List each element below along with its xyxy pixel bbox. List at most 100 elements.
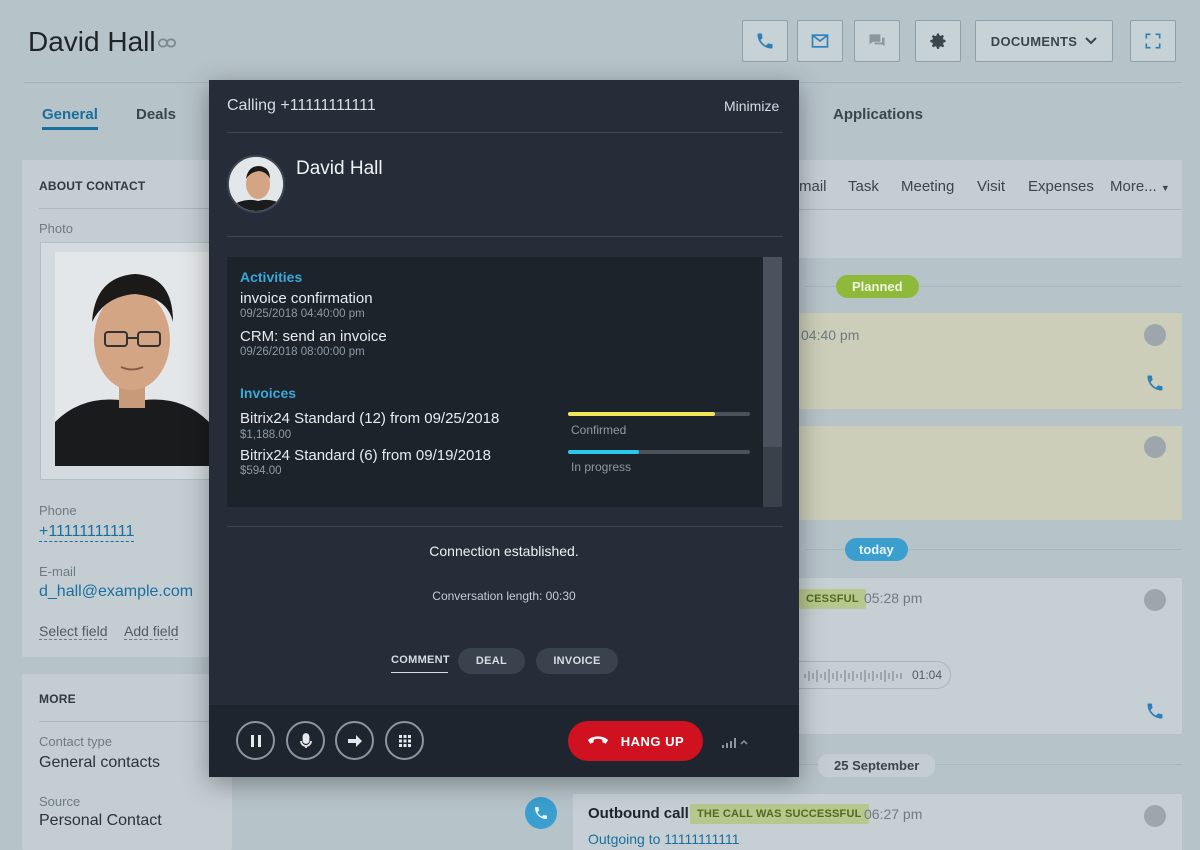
activity-title[interactable]: invoice confirmation — [240, 290, 373, 307]
date-badge: 25 September — [818, 754, 936, 777]
chat-button[interactable] — [854, 20, 900, 62]
avatar — [1144, 589, 1166, 611]
activity-meeting[interactable]: Meeting — [901, 178, 954, 195]
signal-icon — [722, 738, 748, 748]
call-status-badge: THE CALL WAS SUCCESSFUL — [690, 804, 869, 824]
activity-more[interactable]: More... ▼ — [1110, 178, 1170, 195]
transfer-button[interactable] — [335, 721, 374, 760]
email-button[interactable] — [797, 20, 843, 62]
settings-button[interactable] — [915, 20, 961, 62]
minimize-button[interactable]: Minimize — [724, 98, 779, 114]
tab-invoice[interactable]: INVOICE — [536, 648, 618, 674]
email-link[interactable]: d_hall@example.com — [39, 583, 193, 601]
activities-title: Activities — [240, 269, 303, 285]
documents-label: DOCUMENTS — [990, 33, 1078, 49]
waveform-icon — [804, 669, 902, 683]
documents-button[interactable]: DOCUMENTS — [975, 20, 1113, 62]
microphone-icon — [299, 732, 312, 748]
envelope-icon — [811, 34, 829, 48]
planned-badge: Planned — [836, 275, 919, 298]
invoice-title[interactable]: Bitrix24 Standard (6) from 09/19/2018 — [240, 447, 491, 464]
call-button[interactable] — [742, 20, 788, 62]
card-time: 06:27 pm — [864, 806, 923, 822]
tab-general[interactable]: General — [42, 106, 98, 130]
activity-task[interactable]: Task — [848, 178, 879, 195]
card-time: 05:28 pm — [864, 590, 923, 606]
tab-deals[interactable]: Deals — [136, 106, 176, 123]
audio-player[interactable]: 01:04 — [799, 661, 951, 689]
contact-type-label: Contact type — [39, 734, 112, 749]
connection-status: Connection established. — [429, 543, 579, 559]
page-title: David Hall — [28, 26, 156, 57]
phone-icon[interactable] — [1145, 701, 1165, 721]
panel-divider — [39, 208, 214, 209]
activity-date: 09/25/2018 04:40:00 pm — [240, 308, 365, 320]
gear-icon — [930, 33, 946, 49]
activity-more-label: More... — [1110, 178, 1157, 195]
activity-expenses[interactable]: Expenses — [1028, 178, 1094, 195]
invoice-title[interactable]: Bitrix24 Standard (12) from 09/25/2018 — [240, 410, 499, 427]
tab-deal[interactable]: DEAL — [458, 648, 525, 674]
call-header: Calling +11111111111 — [227, 97, 376, 114]
invoice-progress — [568, 450, 750, 454]
photo-label: Photo — [39, 221, 73, 236]
email-label: E-mail — [39, 564, 76, 579]
invoice-status: In progress — [571, 460, 632, 474]
activity-divider — [799, 209, 1182, 210]
modal-divider — [227, 132, 783, 133]
signal-quality[interactable] — [722, 735, 750, 753]
phone-icon[interactable] — [1145, 373, 1165, 393]
phone-label: Phone — [39, 503, 77, 518]
modal-divider — [227, 236, 783, 237]
activity-visit[interactable]: Visit — [977, 178, 1005, 195]
outbound-call-title: Outbound call — [588, 805, 689, 822]
keypad-button[interactable] — [385, 721, 424, 760]
about-contact-title: ABOUT CONTACT — [39, 179, 146, 193]
phone-icon — [757, 33, 773, 49]
contact-photo[interactable] — [55, 252, 209, 466]
link-icon[interactable] — [158, 36, 176, 50]
tab-applications[interactable]: Applications — [833, 106, 923, 123]
outgoing-link[interactable]: Outgoing to 11111111111 — [588, 831, 740, 847]
invoice-amount: $594.00 — [240, 465, 282, 477]
fullscreen-button[interactable] — [1130, 20, 1176, 62]
more-title: MORE — [39, 692, 76, 706]
hang-up-icon — [587, 736, 608, 744]
conversation-length: Conversation length: 00:30 — [432, 589, 576, 603]
avatar — [1144, 324, 1166, 346]
caret-down-icon: ▼ — [1160, 183, 1170, 193]
invoice-progress-fill — [568, 412, 716, 416]
arrow-right-icon — [347, 734, 362, 747]
call-status-badge: CESSFUL — [799, 589, 866, 609]
person-portrait-icon — [55, 252, 209, 466]
avatar — [1144, 805, 1166, 827]
hang-up-button[interactable]: HANG UP — [568, 721, 703, 761]
source-value: Personal Contact — [39, 812, 162, 829]
mute-button[interactable] — [286, 721, 325, 760]
hold-button[interactable] — [236, 721, 275, 760]
invoices-title: Invoices — [240, 385, 297, 401]
select-field-link[interactable]: Select field — [39, 623, 108, 640]
phone-link[interactable]: +11111111111 — [39, 523, 135, 542]
today-badge: today — [845, 538, 908, 561]
phone-icon — [535, 807, 547, 819]
call-type-badge — [525, 797, 557, 829]
activity-title[interactable]: CRM: send an invoice — [240, 328, 387, 345]
hang-up-label: HANG UP — [620, 733, 685, 749]
modal-divider — [227, 526, 783, 527]
tab-comment[interactable]: COMMENT — [391, 648, 450, 673]
avatar — [1144, 436, 1166, 458]
add-field-link[interactable]: Add field — [124, 623, 179, 640]
crm-info-panel: Activities invoice confirmation 09/25/20… — [227, 257, 782, 507]
chevron-down-icon — [1085, 37, 1097, 45]
invoice-progress-fill — [568, 450, 639, 454]
scrollbar-thumb[interactable] — [763, 257, 782, 447]
source-label: Source — [39, 794, 81, 809]
expand-icon — [1145, 33, 1161, 49]
caller-name: David Hall — [296, 158, 383, 179]
invoice-progress — [568, 412, 750, 416]
card-time: 04:40 pm — [801, 327, 860, 343]
timeline-card — [799, 426, 1182, 520]
keypad-icon — [398, 734, 411, 747]
activity-email[interactable]: mail — [799, 178, 827, 195]
